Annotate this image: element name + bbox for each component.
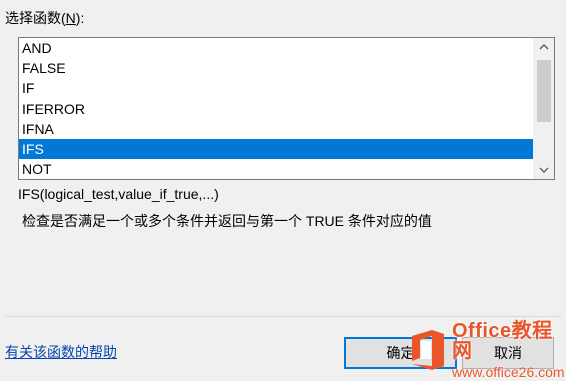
divider	[5, 316, 561, 317]
watermark-text: Office教程网 www.office26.com	[452, 321, 566, 379]
function-item-if[interactable]: IF	[19, 78, 534, 98]
function-item-and[interactable]: AND	[19, 38, 534, 58]
office-logo-icon	[408, 328, 448, 372]
function-item-false[interactable]: FALSE	[19, 58, 534, 78]
scroll-up-arrow-icon[interactable]	[534, 38, 554, 56]
help-link[interactable]: 有关该函数的帮助	[5, 342, 117, 362]
watermark-title: Office教程网	[452, 320, 553, 362]
function-list: AND FALSE IF IFERROR IFNA IFS NOT	[19, 38, 534, 179]
watermark-subtitle: www.office26.com	[452, 364, 565, 380]
function-item-not[interactable]: NOT	[19, 159, 534, 179]
function-item-ifs[interactable]: IFS	[19, 138, 534, 160]
select-function-label: 选择函数(N):	[5, 8, 84, 28]
scroll-down-arrow-icon[interactable]	[534, 161, 554, 179]
function-signature: IFS(logical_test,value_if_true,...)	[18, 186, 219, 202]
function-item-iferror[interactable]: IFERROR	[19, 99, 534, 119]
function-item-ifna[interactable]: IFNA	[19, 119, 534, 139]
select-function-hotkey: N	[65, 10, 76, 26]
list-scrollbar[interactable]	[533, 38, 554, 179]
watermark: Office教程网 www.office26.com	[408, 321, 566, 379]
scroll-thumb[interactable]	[537, 60, 551, 122]
select-function-suffix: ):	[75, 10, 85, 26]
function-listbox[interactable]: AND FALSE IF IFERROR IFNA IFS NOT	[18, 37, 555, 180]
select-function-label-text: 选择函数(	[5, 10, 66, 26]
function-description: 检查是否满足一个或多个条件并返回与第一个 TRUE 条件对应的值	[22, 213, 432, 229]
